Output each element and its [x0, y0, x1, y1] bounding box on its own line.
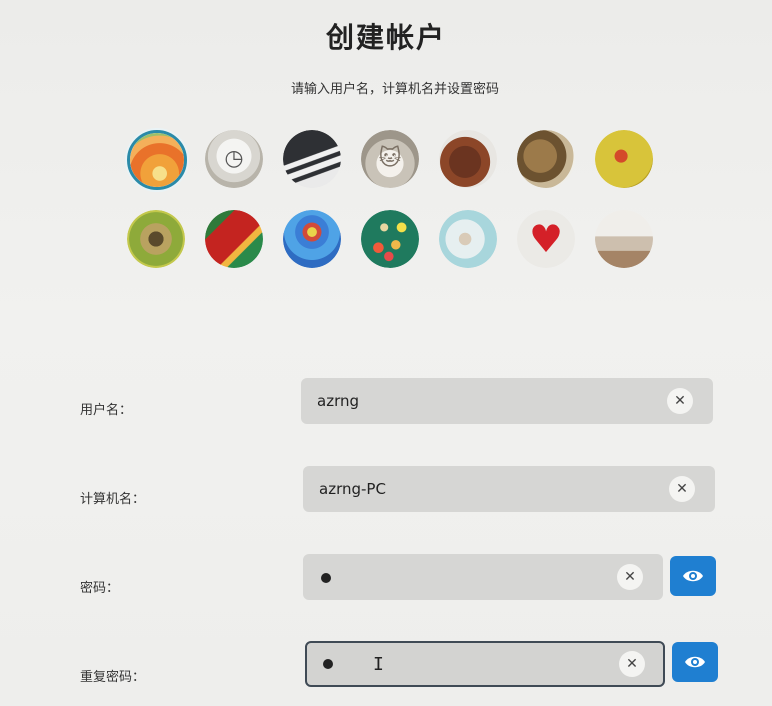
username-value: azrng: [317, 392, 359, 410]
repeat-password-label: 重复密码：: [80, 670, 146, 685]
toggle-repeat-password-visibility-button[interactable]: [672, 642, 718, 682]
close-icon: ✕: [676, 481, 688, 497]
computer-name-label: 计算机名：: [80, 492, 146, 507]
avatar-bird[interactable]: [439, 210, 497, 268]
username-field[interactable]: azrng ✕: [301, 378, 713, 424]
cat-icon: 🐱: [378, 146, 402, 171]
avatar-gerbera-flower[interactable]: [127, 130, 187, 190]
heart-icon: ♥: [528, 217, 564, 261]
clear-username-button[interactable]: ✕: [667, 388, 693, 414]
clear-computer-name-button[interactable]: ✕: [669, 476, 695, 502]
password-field[interactable]: ● ✕: [303, 554, 663, 600]
avatar-ladybug[interactable]: [595, 130, 653, 188]
repeat-password-mask: ●: [323, 659, 333, 669]
repeat-password-field[interactable]: ● I ✕: [305, 641, 665, 687]
computer-name-field[interactable]: azrng-PC ✕: [303, 466, 715, 512]
avatar-picker: ◷ 🐱 ♥: [0, 0, 772, 300]
close-icon: ✕: [626, 656, 638, 672]
password-mask: ●: [321, 573, 331, 583]
avatar-horse[interactable]: [439, 130, 497, 188]
password-label: 密码：: [80, 581, 120, 596]
avatar-parrot[interactable]: [205, 210, 263, 268]
username-label: 用户名：: [80, 403, 133, 418]
toggle-password-visibility-button[interactable]: [670, 556, 716, 596]
avatar-hot-air-balloon[interactable]: [283, 210, 341, 268]
clock-icon: ◷: [224, 146, 244, 171]
computer-name-value: azrng-PC: [319, 480, 386, 498]
avatar-heart[interactable]: ♥: [517, 210, 575, 268]
avatar-coffee[interactable]: [517, 130, 575, 188]
avatar-kitten[interactable]: 🐱: [361, 130, 419, 188]
avatar-room[interactable]: [595, 210, 653, 268]
close-icon: ✕: [624, 569, 636, 585]
avatar-colorful-balls[interactable]: [361, 210, 419, 268]
avatar-clock[interactable]: ◷: [205, 130, 263, 188]
avatar-butterfly[interactable]: [127, 210, 185, 268]
avatar-piano[interactable]: [283, 130, 341, 188]
text-cursor-icon: I: [373, 654, 384, 675]
clear-repeat-password-button[interactable]: ✕: [619, 651, 645, 677]
close-icon: ✕: [674, 393, 686, 409]
eye-icon: [683, 570, 703, 582]
eye-icon: [685, 656, 705, 668]
clear-password-button[interactable]: ✕: [617, 564, 643, 590]
